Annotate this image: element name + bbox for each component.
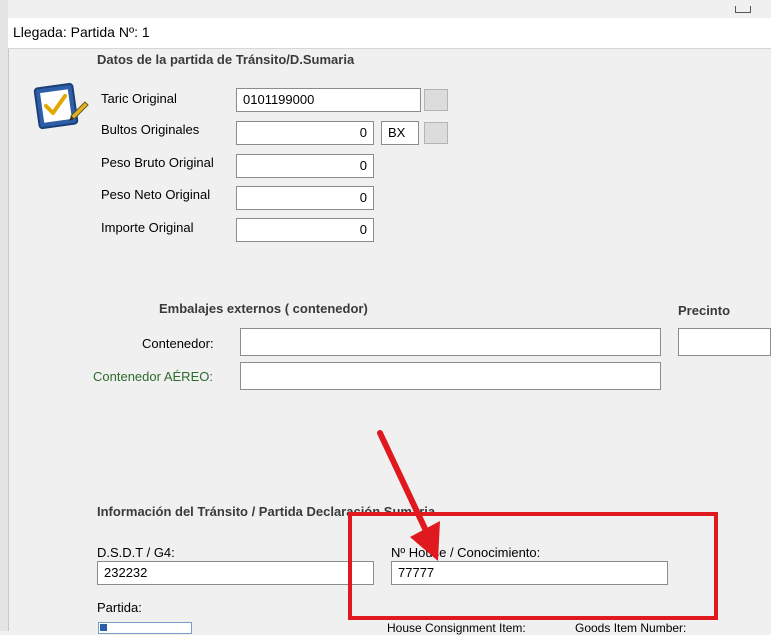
peso-bruto-label: Peso Bruto Original	[101, 155, 214, 170]
top-frame	[8, 0, 771, 18]
annotation-arrow	[370, 425, 460, 565]
contenedor-aereo-input[interactable]	[240, 362, 661, 390]
contenedor-label: Contenedor:	[142, 336, 214, 351]
taric-input[interactable]: 0101199000	[236, 88, 421, 112]
goods-item-label: Goods Item Number:	[575, 621, 687, 635]
contenedor-aereo-label: Contenedor AÉREO:	[93, 369, 213, 384]
packaging-section-heading: Embalajes externos ( contenedor)	[159, 301, 368, 316]
importe-label: Importe Original	[101, 220, 194, 235]
partida-label: Partida:	[97, 600, 142, 615]
partida-field[interactable]	[98, 622, 192, 634]
peso-bruto-input[interactable]: 0	[236, 154, 374, 178]
window-control-icon[interactable]	[735, 6, 751, 13]
taric-lookup-button[interactable]	[424, 89, 448, 111]
clipboard-check-icon	[33, 82, 91, 132]
bultos-input[interactable]: 0	[236, 121, 374, 145]
window-title: Llegada: Partida Nº: 1	[13, 24, 150, 40]
dsdt-label: D.S.D.T / G4:	[97, 545, 175, 560]
left-window-edge	[0, 0, 9, 631]
bultos-unit-input[interactable]: BX	[381, 121, 419, 145]
unit-lookup-button[interactable]	[424, 122, 448, 144]
transit-section-heading: Datos de la partida de Tránsito/D.Sumari…	[97, 52, 355, 67]
contenedor-input[interactable]	[240, 328, 661, 356]
dsdt-input[interactable]: 232232	[97, 561, 374, 585]
consignment-item-label: House Consignment Item:	[387, 621, 526, 635]
importe-input[interactable]: 0	[236, 218, 374, 242]
precinto-input[interactable]	[678, 328, 771, 356]
bultos-label: Bultos Originales	[101, 122, 200, 137]
partida-checkbox-icon[interactable]	[100, 624, 107, 631]
peso-neto-input[interactable]: 0	[236, 186, 374, 210]
peso-neto-label: Peso Neto Original	[101, 187, 211, 202]
taric-label: Taric Original	[101, 91, 177, 106]
precinto-heading: Precinto	[678, 303, 731, 318]
